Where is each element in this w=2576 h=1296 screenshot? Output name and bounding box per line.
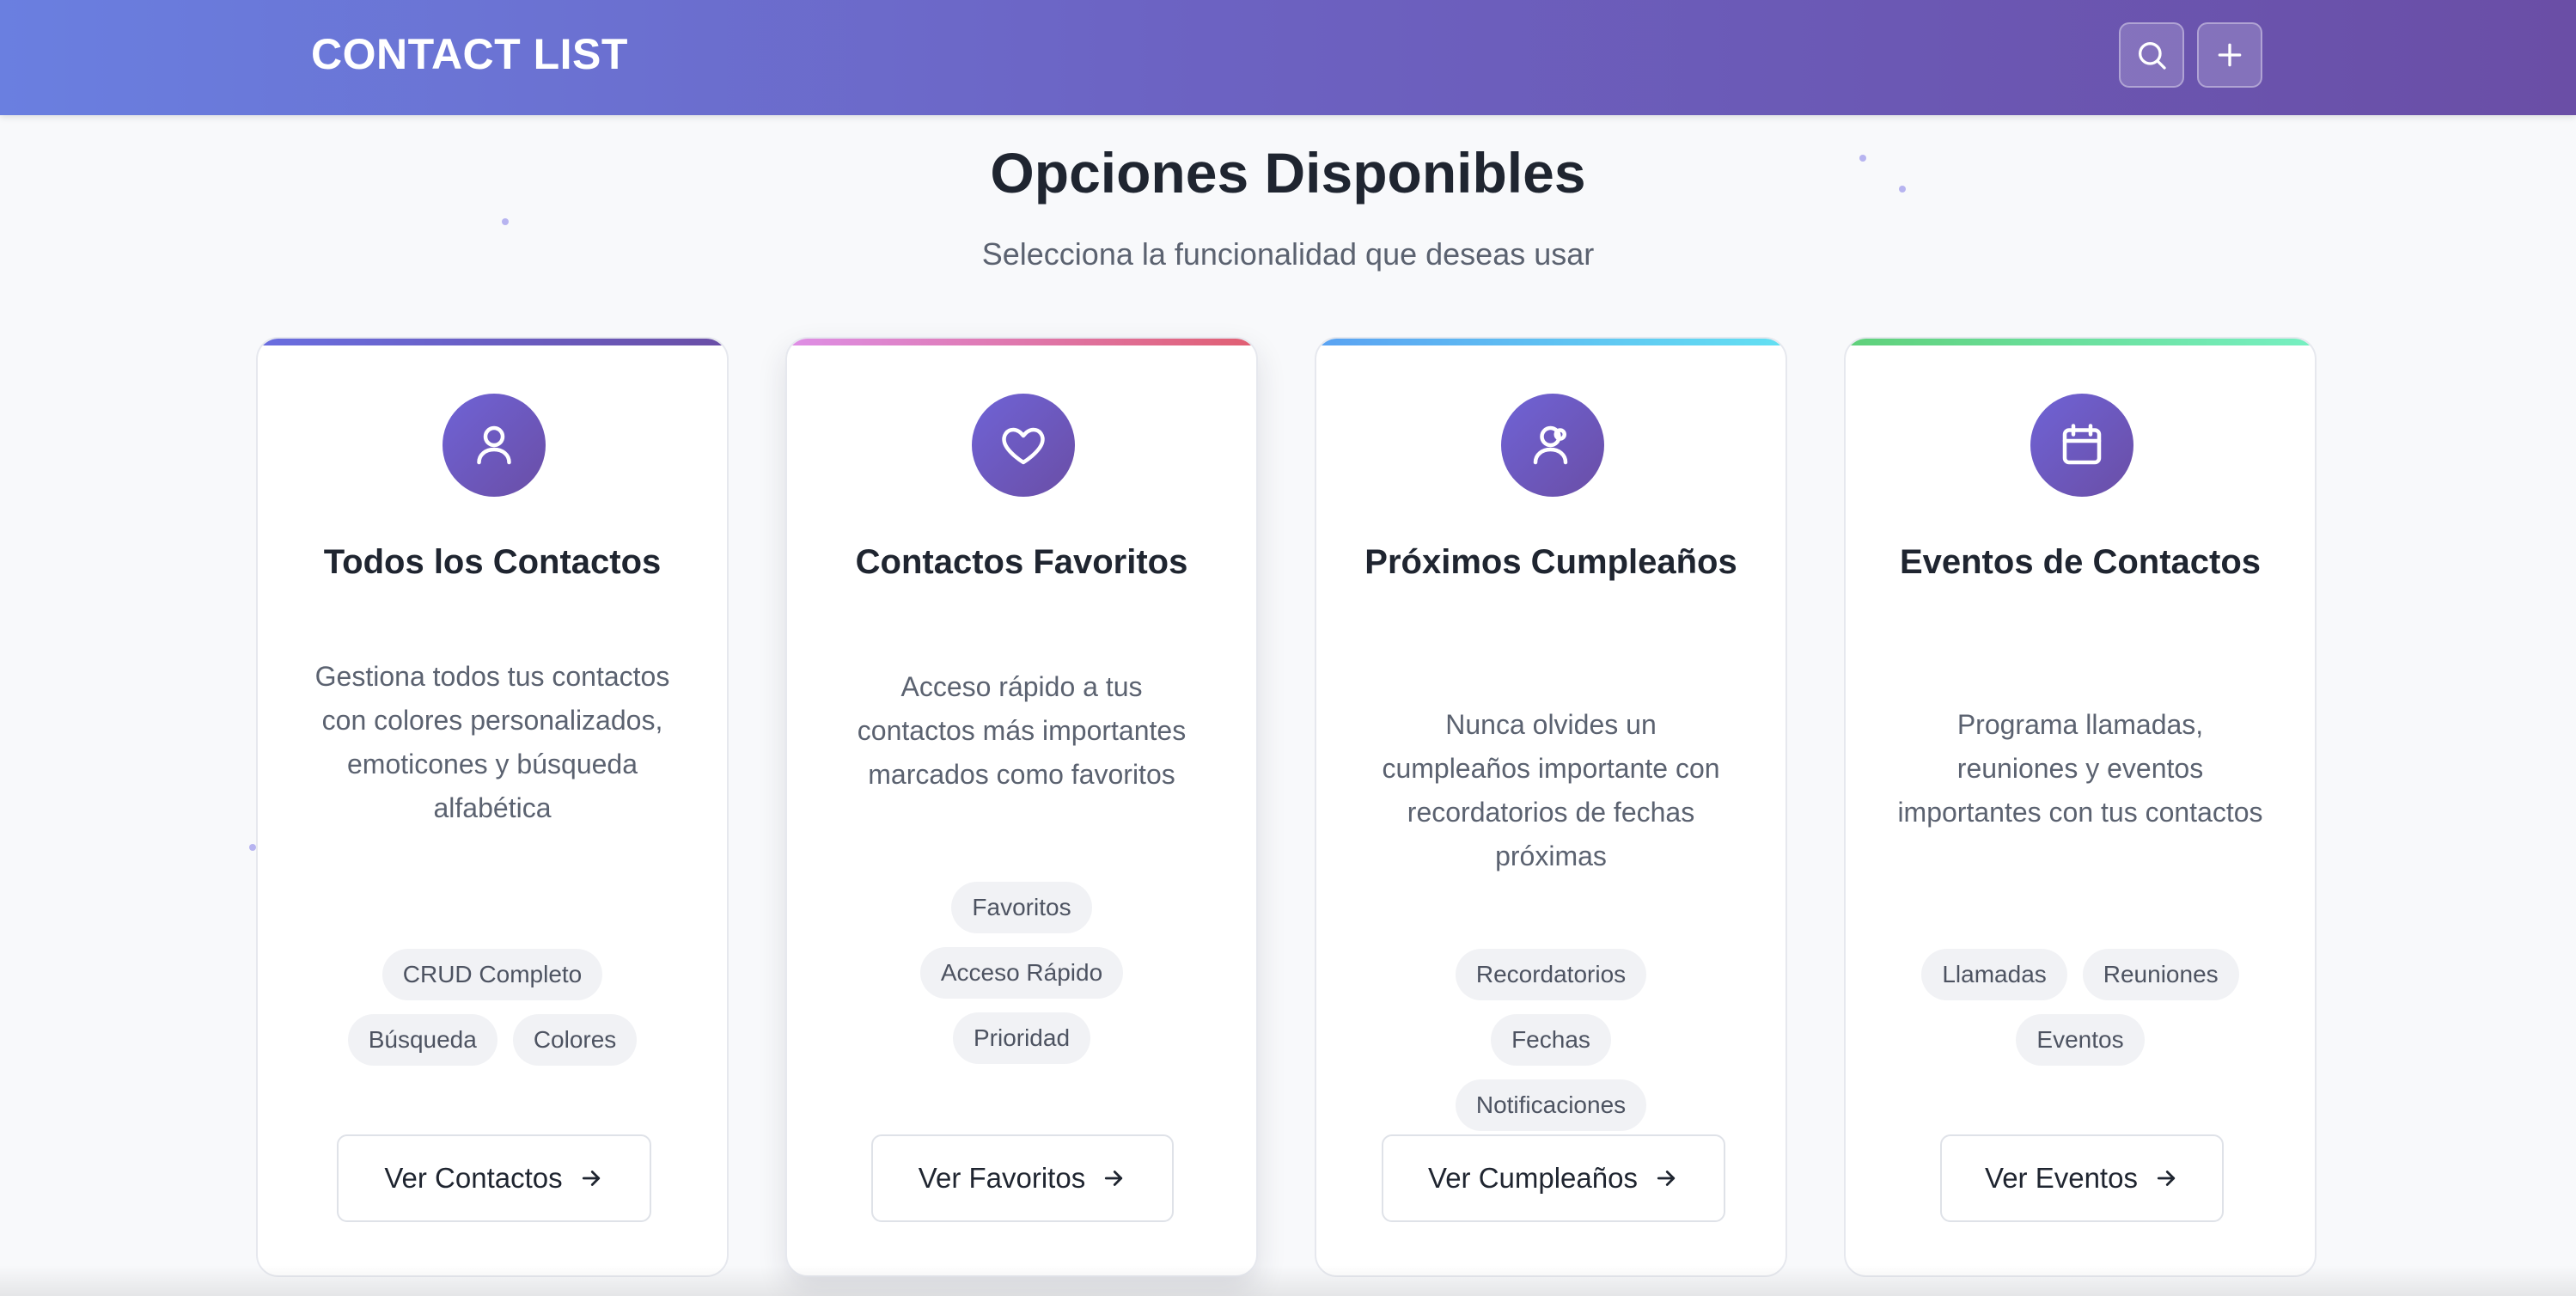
tag: Prioridad [952,1012,1091,1064]
arrow-right-icon [2157,1171,2176,1186]
card-favorites: Contactos Favoritos Acceso rápido a tus … [785,337,1258,1277]
card-description: Acceso rápido a tus contactos más import… [857,671,1187,790]
user-icon [477,425,511,465]
button-label: Ver Cumpleaños [1428,1162,1638,1194]
page-title: Opciones Disponibles [990,141,1586,205]
tag: Búsqueda [347,1014,497,1066]
card-title: Todos los Contactos [323,543,662,581]
card-all-contacts: Todos los Contactos Gestiona todos tus c… [256,337,729,1277]
page-subtitle: Selecciona la funcionalidad que deseas u… [981,236,1595,272]
view-birthdays-button[interactable]: Ver Cumpleaños [1382,1134,1725,1222]
card-tags: CRUD Completo Búsqueda Colores [333,949,651,1066]
app-header: CONTACT LIST [0,0,2576,115]
tag: Notificaciones [1455,1079,1647,1131]
arrow-right-icon [582,1171,600,1186]
view-events-button[interactable]: Ver Eventos [1940,1134,2224,1222]
tag: Fechas [1491,1014,1611,1066]
card-title: Próximos Cumpleaños [1364,543,1737,581]
arrow-right-icon [1105,1171,1123,1186]
card-tags: Favoritos Acceso Rápido Prioridad [916,882,1127,1064]
card-icon-badge [972,394,1075,497]
plus-icon [2218,43,2242,67]
button-label: Ver Favoritos [918,1162,1086,1194]
decorative-dot [502,218,509,225]
card-tags: Recordatorios Fechas Notificaciones [1392,949,1710,1131]
tag: Llamadas [1921,949,2067,1000]
card-events: Eventos de Contactos Programa llamadas, … [1844,337,2317,1277]
button-label: Ver Eventos [1985,1162,2138,1194]
card-icon-badge [2030,394,2133,497]
user-birthday-icon [1533,425,1568,465]
tag: Colores [512,1014,638,1066]
card-icon-badge [1501,394,1604,497]
card-accent-bar [787,339,1256,345]
view-contacts-button[interactable]: Ver Contactos [337,1134,651,1222]
tag: Reuniones [2082,949,2239,1000]
search-button[interactable] [2119,22,2184,88]
tag: Acceso Rápido [919,947,1124,999]
card-title: Contactos Favoritos [855,543,1188,581]
tag: Favoritos [951,882,1092,933]
card-description: Programa llamadas, reuniones y eventos i… [1897,709,2263,828]
bottom-shadow [0,1265,2576,1296]
view-favorites-button[interactable]: Ver Favoritos [871,1134,1174,1222]
decorative-dot [249,844,256,851]
card-accent-bar [258,339,727,345]
card-description: Nunca olvides un cumpleaños importante c… [1382,709,1720,871]
card-icon-badge [443,394,546,497]
button-label: Ver Contactos [384,1162,563,1194]
tag: CRUD Completo [382,949,603,1000]
tag: Recordatorios [1455,949,1647,1000]
card-tags: Llamadas Reuniones Eventos [1921,949,2239,1066]
heart-icon [1002,427,1045,465]
card-birthdays: Próximos Cumpleaños Nunca olvides un cum… [1315,337,1787,1277]
card-description: Gestiona todos tus contactos con colores… [314,661,670,823]
calendar-icon [2062,424,2102,465]
arrow-right-icon [1657,1171,1676,1186]
card-accent-bar [1316,339,1785,345]
add-contact-button[interactable] [2197,22,2262,88]
card-accent-bar [1846,339,2315,345]
card-title: Eventos de Contactos [1899,543,2262,581]
app-title: CONTACT LIST [311,30,628,78]
tag: Eventos [2016,1014,2145,1066]
search-icon [2139,42,2166,70]
